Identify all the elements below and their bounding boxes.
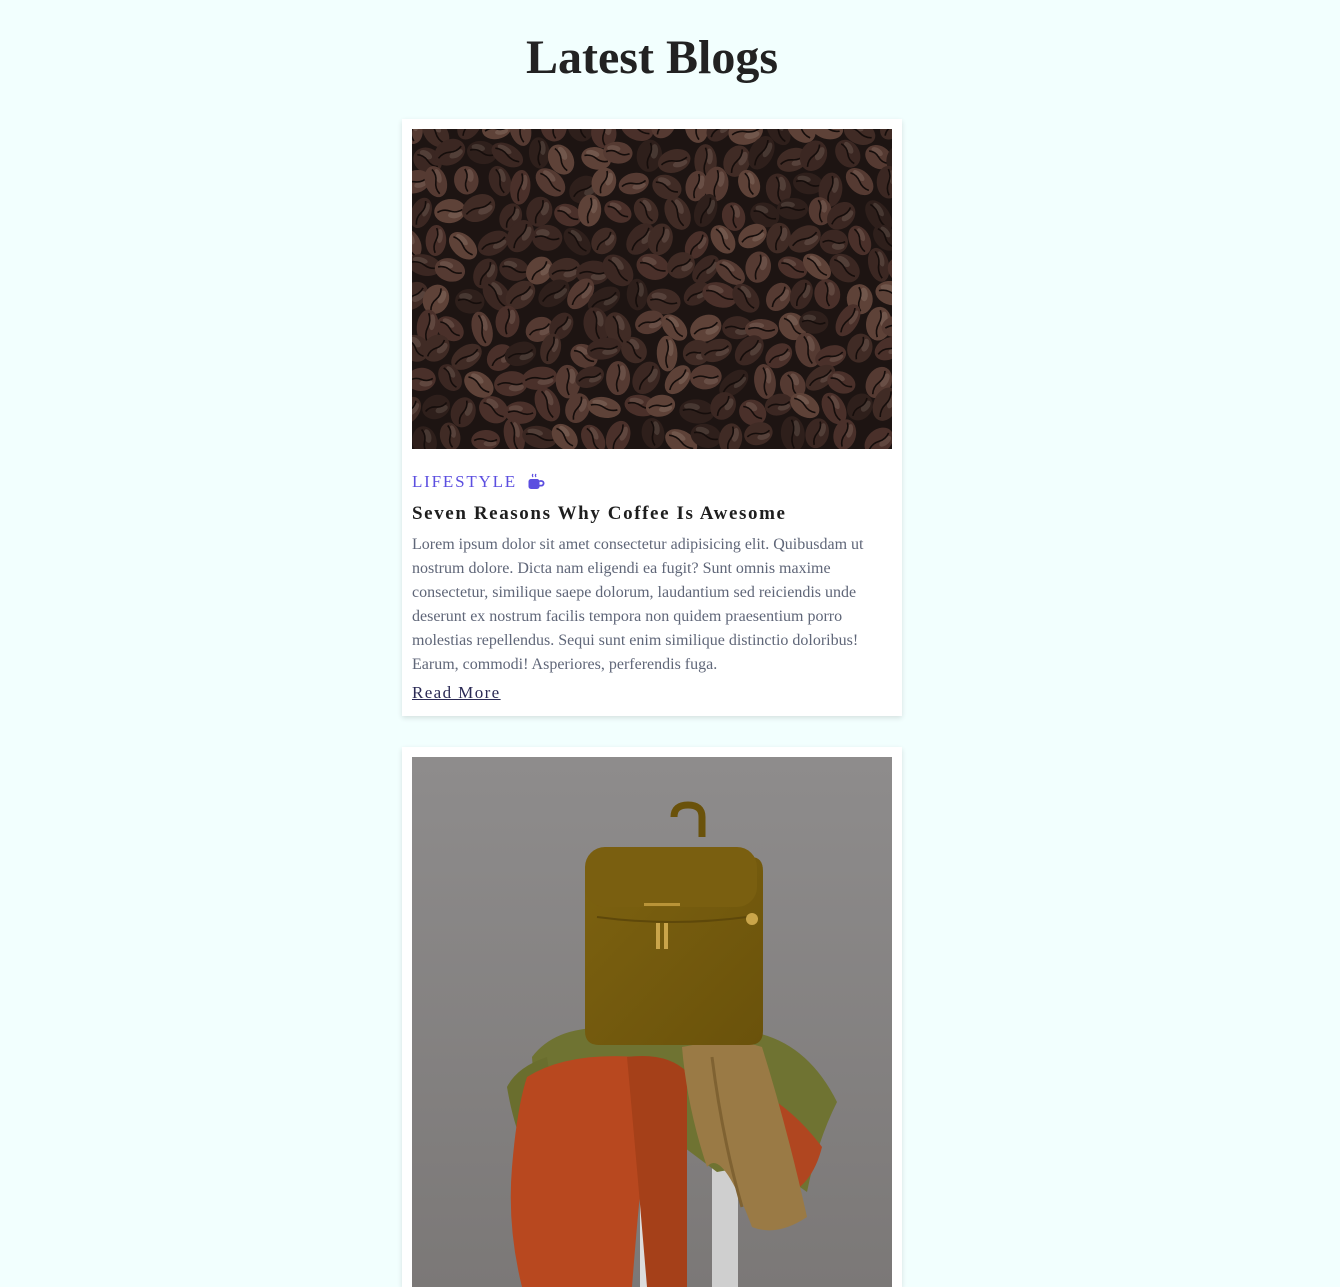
blog-card: LIFESTYLE Seven Reasons Why Coffee Is Aw… <box>402 119 902 716</box>
page-title: Latest Blogs <box>0 26 1304 90</box>
coffee-cup-icon <box>527 473 545 491</box>
post-title[interactable]: Seven Reasons Why Coffee Is Awesome <box>412 501 892 527</box>
post-excerpt: Lorem ipsum dolor sit amet consectetur a… <box>412 533 892 677</box>
category-row: LIFESTYLE <box>412 471 892 493</box>
backpack-image <box>412 757 892 1287</box>
category-label: LIFESTYLE <box>412 472 517 492</box>
read-more-link[interactable]: Read More <box>412 683 501 703</box>
blog-card <box>402 747 902 1287</box>
coffee-beans-image <box>412 129 892 449</box>
